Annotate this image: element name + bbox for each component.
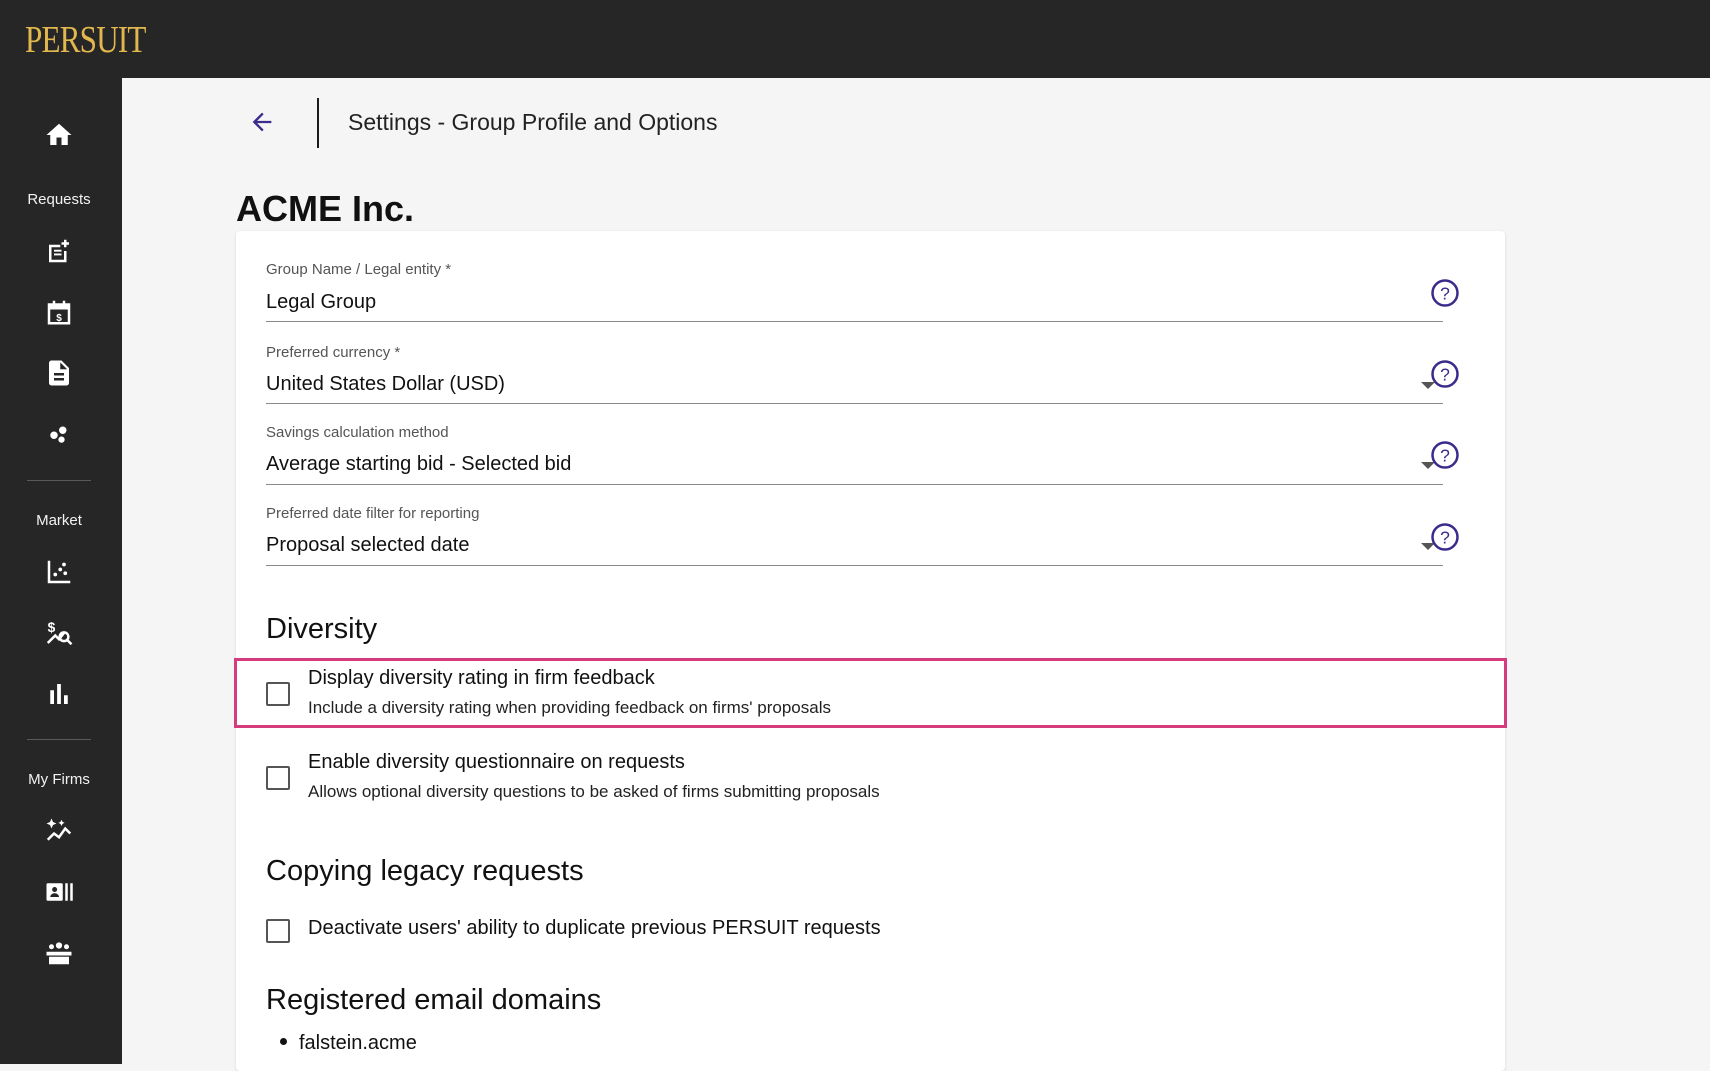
contact-card-icon[interactable] (39, 872, 79, 912)
help-icon[interactable]: ? (1430, 522, 1460, 552)
diversity-section-title: Diversity (266, 613, 378, 645)
diversity-questionnaire-description: Allows optional diversity questions to b… (308, 782, 880, 801)
document-icon[interactable] (39, 353, 79, 393)
page-title: ACME Inc. (236, 188, 415, 229)
sidebar-section-requests: Requests (27, 191, 91, 208)
help-icon[interactable]: ? (1430, 440, 1460, 470)
currency-value[interactable]: United States Dollar (USD) (266, 373, 505, 396)
new-request-icon[interactable] (39, 231, 79, 271)
diversity-rating-description: Include a diversity rating when providin… (308, 698, 831, 717)
sidebar-divider (27, 739, 91, 740)
calendar-dollar-icon[interactable]: $ (39, 292, 79, 332)
bar-chart-icon[interactable] (39, 674, 79, 714)
date-filter-label: Preferred date filter for reporting (266, 505, 480, 522)
savings-method-value[interactable]: Average starting bid - Selected bid (266, 453, 571, 476)
page-subtitle: Settings - Group Profile and Options (348, 109, 718, 135)
sidebar-section-my-firms: My Firms (28, 771, 90, 788)
group-name-field[interactable]: Group Name / Legal entity * Legal Group (266, 261, 1443, 322)
diversity-rating-option[interactable]: Display diversity rating in firm feedbac… (266, 667, 1466, 717)
arrow-left-icon[interactable] (246, 106, 278, 138)
bubbles-icon[interactable] (39, 414, 79, 454)
sparkle-trend-icon[interactable] (39, 811, 79, 851)
deactivate-duplicate-checkbox[interactable] (266, 919, 290, 943)
diversity-rating-checkbox[interactable] (266, 682, 290, 706)
diversity-questionnaire-label[interactable]: Enable diversity questionnaire on reques… (308, 751, 685, 774)
deactivate-duplicate-option[interactable]: Deactivate users' ability to duplicate p… (266, 915, 1466, 945)
home-icon[interactable] (39, 115, 79, 155)
list-item: falstein.acme (266, 1032, 417, 1055)
bullet (280, 1038, 287, 1046)
price-search-icon[interactable]: $ (39, 613, 79, 653)
currency-select[interactable]: Preferred currency * United States Dolla… (266, 344, 1443, 404)
sidebar-divider (27, 480, 91, 481)
svg-text:?: ? (1440, 527, 1450, 547)
svg-text:$: $ (48, 620, 56, 635)
date-filter-select[interactable]: Preferred date filter for reporting Prop… (266, 505, 1443, 566)
page-header: Settings - Group Profile and Options (236, 92, 1036, 152)
savings-method-label: Savings calculation method (266, 424, 449, 441)
persuit-logo[interactable]: PERSUIT (25, 18, 146, 62)
group-name-label: Group Name / Legal entity * (266, 261, 452, 278)
savings-method-select[interactable]: Savings calculation method Average start… (266, 424, 1443, 485)
group-name-value[interactable]: Legal Group (266, 291, 376, 314)
scatter-chart-icon[interactable] (39, 552, 79, 592)
diversity-questionnaire-checkbox[interactable] (266, 766, 290, 790)
sidebar-section-market: Market (36, 512, 82, 529)
deactivate-duplicate-label[interactable]: Deactivate users' ability to duplicate p… (308, 917, 881, 940)
svg-text:$: $ (56, 313, 62, 324)
email-domain: falstein.acme (299, 1032, 417, 1054)
header-divider (317, 98, 319, 148)
diversity-rating-label[interactable]: Display diversity rating in firm feedbac… (308, 667, 655, 690)
help-icon[interactable]: ? (1430, 359, 1460, 389)
svg-text:?: ? (1440, 445, 1450, 465)
svg-text:?: ? (1440, 283, 1450, 303)
sidebar-nav: Requests $ Market $ My Firms (0, 78, 122, 1064)
team-icon[interactable] (39, 933, 79, 973)
currency-label: Preferred currency * (266, 344, 401, 361)
legacy-section-title: Copying legacy requests (266, 855, 584, 887)
svg-text:?: ? (1440, 364, 1450, 384)
settings-card: Group Name / Legal entity * Legal Group … (234, 231, 1507, 1071)
top-bar: PERSUIT (0, 0, 1710, 78)
date-filter-value[interactable]: Proposal selected date (266, 534, 469, 557)
diversity-questionnaire-option[interactable]: Enable diversity questionnaire on reques… (266, 751, 1466, 801)
help-icon[interactable]: ? (1430, 278, 1460, 308)
email-domains-section-title: Registered email domains (266, 984, 602, 1016)
